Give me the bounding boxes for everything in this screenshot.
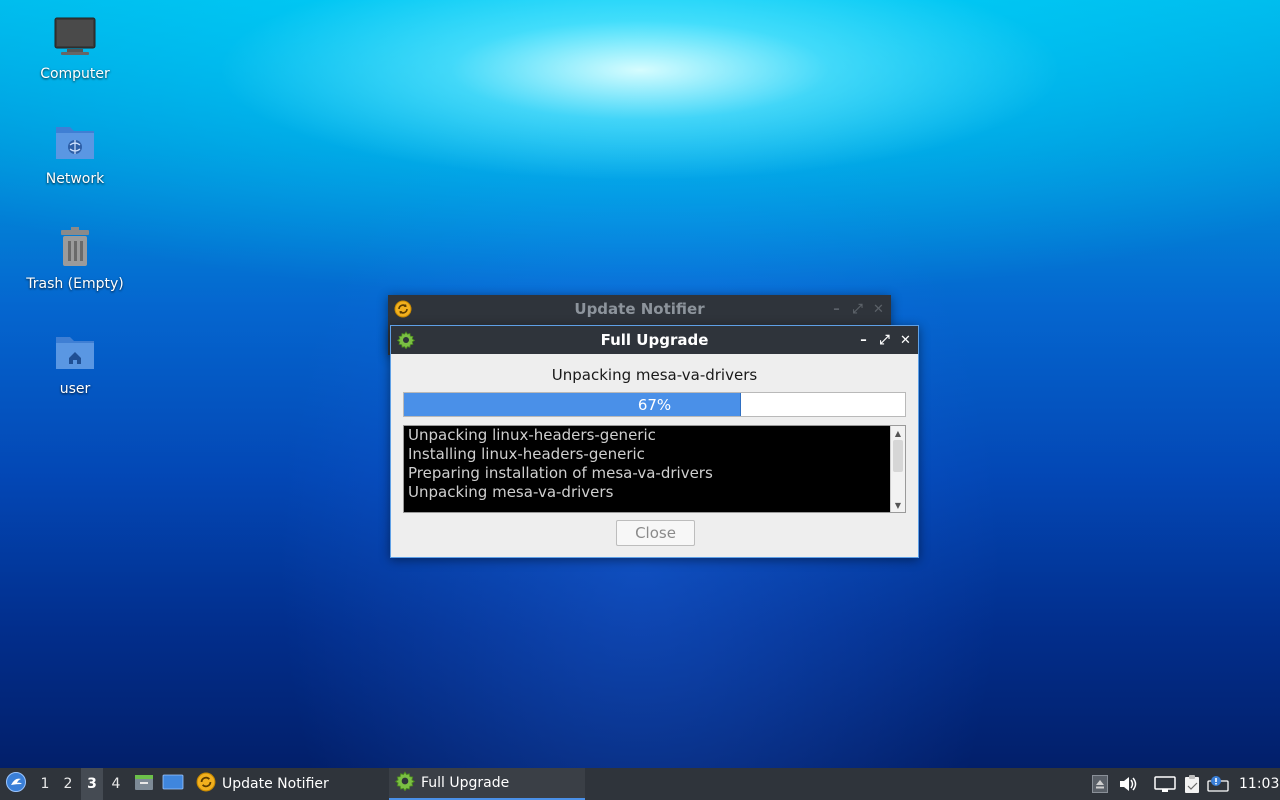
desktop-icon-label: user	[59, 381, 91, 397]
log-scrollbar[interactable]: ▲ ▼	[890, 426, 905, 512]
tray-network[interactable]	[1154, 768, 1176, 800]
log-line: Unpacking linux-headers-generic	[408, 426, 656, 444]
close-window-button[interactable]: ✕	[870, 301, 887, 318]
upgrade-status-text: Unpacking mesa-va-drivers	[551, 366, 758, 384]
window-title: Full Upgrade	[600, 331, 709, 349]
task-label: Update Notifier	[222, 776, 329, 792]
desktop-icon-label: Network	[45, 171, 105, 187]
network-icon	[1154, 773, 1176, 795]
show-desktop-icon	[162, 772, 184, 796]
desktop-icon-trash[interactable]: Trash (Empty)	[20, 226, 130, 292]
log-line: Installing linux-headers-generic	[408, 445, 645, 463]
task-label: Full Upgrade	[421, 775, 510, 791]
taskbar: 1 2 3 4 Update Notifier Full Upgrade 11:…	[0, 768, 1280, 800]
lubuntu-logo-icon	[5, 771, 27, 797]
scroll-down-icon[interactable]: ▼	[891, 499, 905, 511]
workspace-1[interactable]: 1	[34, 768, 56, 800]
maximize-button[interactable]: ⤢	[849, 301, 866, 318]
minimize-button[interactable]: –	[855, 332, 872, 349]
notification-icon	[1207, 773, 1229, 795]
tray-clipboard[interactable]	[1181, 768, 1203, 800]
window-title: Update Notifier	[574, 300, 705, 318]
tray-eject[interactable]	[1089, 768, 1111, 800]
minimize-button[interactable]: –	[828, 301, 845, 318]
trash-icon	[53, 226, 97, 270]
window-titlebar[interactable]: Update Notifier – ⤢ ✕	[388, 295, 891, 323]
workspace-3[interactable]: 3	[81, 768, 103, 800]
close-button[interactable]: Close	[616, 520, 695, 546]
tray-volume[interactable]	[1117, 768, 1139, 800]
desktop-icon-computer[interactable]: Computer	[20, 16, 130, 82]
volume-icon	[1117, 773, 1139, 795]
task-update-notifier[interactable]: Update Notifier	[190, 768, 385, 800]
desktop-icon-network[interactable]: Network	[20, 121, 130, 187]
gear-icon	[394, 771, 416, 795]
clock[interactable]: 11:03	[1239, 768, 1279, 800]
home-folder-icon	[53, 331, 97, 375]
computer-icon	[53, 16, 97, 60]
close-window-button[interactable]: ✕	[897, 332, 914, 349]
window-titlebar[interactable]: Full Upgrade – ⤢ ✕	[391, 326, 918, 354]
progress-label: 67%	[637, 395, 672, 414]
upgrade-progress-bar: 67%	[403, 392, 906, 417]
workspace-4[interactable]: 4	[105, 768, 127, 800]
clipboard-icon	[1181, 773, 1203, 795]
network-folder-icon	[53, 121, 97, 165]
log-line: Unpacking mesa-va-drivers	[408, 483, 614, 501]
full-upgrade-window[interactable]: Full Upgrade – ⤢ ✕ Unpacking mesa-va-dri…	[390, 325, 919, 558]
clock-label: 11:03	[1239, 776, 1280, 792]
upgrade-log-output[interactable]: Unpacking linux-headers-generic Installi…	[403, 425, 906, 513]
desktop-icon-label: Computer	[40, 66, 110, 82]
log-line: Preparing installation of mesa-va-driver…	[408, 464, 713, 482]
desktop-icon-label: Trash (Empty)	[26, 276, 124, 292]
update-notifier-icon	[196, 772, 216, 796]
log-lines: Unpacking linux-headers-generic Installi…	[408, 426, 889, 502]
scrollbar-thumb[interactable]	[893, 440, 903, 472]
show-desktop-button[interactable]	[161, 768, 185, 800]
tray-notification[interactable]	[1207, 768, 1229, 800]
start-menu-button[interactable]	[4, 768, 28, 800]
eject-icon	[1089, 773, 1111, 795]
file-manager-launcher[interactable]	[133, 768, 155, 800]
file-manager-icon	[134, 772, 154, 796]
workspace-2[interactable]: 2	[57, 768, 79, 800]
desktop-icon-home[interactable]: user	[20, 331, 130, 397]
scroll-up-icon[interactable]: ▲	[891, 427, 905, 439]
task-full-upgrade[interactable]: Full Upgrade	[389, 768, 585, 800]
maximize-button[interactable]: ⤢	[876, 332, 893, 349]
